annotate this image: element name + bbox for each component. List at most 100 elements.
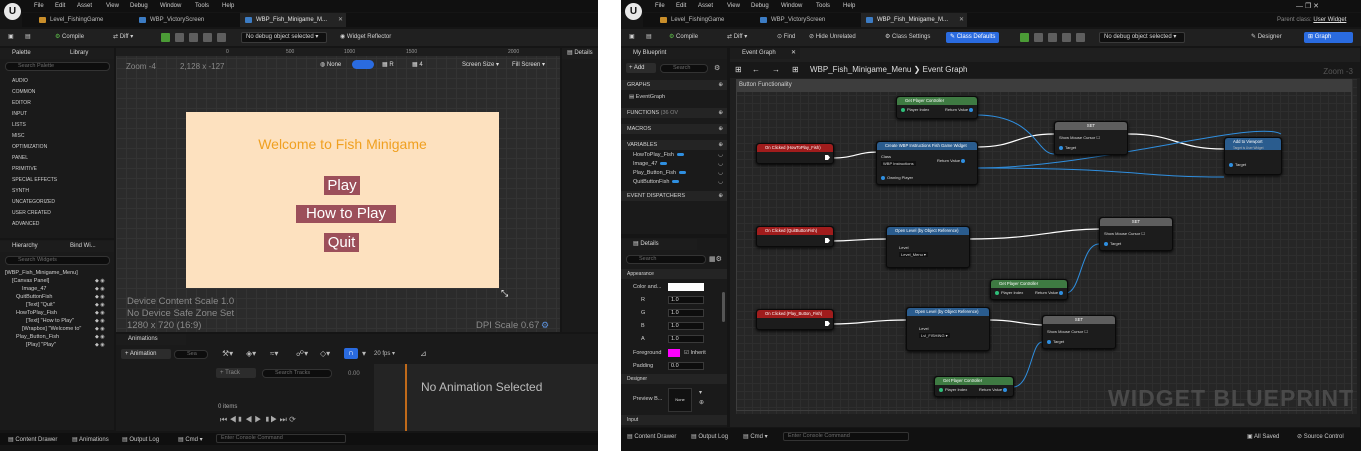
r-field[interactable]: 1.0 [668,296,704,304]
tab-fish-minigame[interactable]: WBP_Fish_Minigame_M... ✕ [861,13,967,27]
output-log-button[interactable]: ▤ Output Log [691,433,728,440]
variable-quit-button[interactable]: QuitButtonFish [633,179,680,185]
foreground-swatch[interactable] [668,349,680,357]
back-arrow-icon[interactable]: ← [752,65,760,74]
visibility-icon[interactable]: ◆ ◉ [95,278,105,284]
functions-section[interactable]: FUNCTIONS (36 OV ⊕ [621,108,727,118]
class-settings-button[interactable]: ⚙ Class Settings [885,32,930,43]
category-panel[interactable]: PANEL [12,155,28,161]
find-button[interactable]: ⊙ Find [777,32,795,43]
add-graph-icon[interactable]: ⊕ [718,80,723,90]
gear-icon[interactable]: ⚙ [541,320,549,331]
macros-section[interactable]: MACROS ⊕ [621,124,727,134]
visibility-icon[interactable]: ◆ ◉ [95,302,105,308]
grid-snap[interactable]: ▦ 4 [412,61,423,68]
tab-level[interactable]: Level_FishingGame [655,13,747,27]
variables-section[interactable]: VARIABLES ⊕ [621,140,727,150]
menu-window[interactable]: Window [781,3,802,9]
get-player-controller-node[interactable]: Get Player Controller Player Index Retur… [934,376,1014,397]
category-lists[interactable]: LISTS [12,122,26,128]
blueprint-search-input[interactable]: Search [660,64,708,73]
stop-button[interactable] [1048,33,1057,42]
play-button[interactable] [161,33,170,42]
graph-canvas[interactable]: Zoom -3 Button Functionality Get Player … [736,67,1357,414]
category-advanced[interactable]: ADVANCED [12,221,39,227]
input-section[interactable]: Input [621,415,727,425]
a-field[interactable]: 1.0 [668,335,704,343]
visibility-icon[interactable]: ◆ ◉ [95,334,105,340]
track-search-input[interactable]: Search Tracks [262,369,332,378]
debug-object-select[interactable]: No debug object selected ▾ [241,32,327,43]
tree-howtoplay-button[interactable]: HowToPlay_Fish [16,310,57,316]
on-clicked-quit-node[interactable]: On Clicked (QuitButtonFish) [756,226,834,247]
add-animation-button[interactable]: + Animation [121,349,171,359]
variable-play-button[interactable]: Play_Button_Fish [633,170,687,176]
menu-help[interactable]: Help [222,3,234,9]
close-icon[interactable]: ✕ [338,13,343,27]
animations-status-button[interactable]: ▤ Animations [72,436,109,443]
widget-reflector-button[interactable]: ◉ Widget Reflector [340,32,391,43]
tree-root[interactable]: [WBP_Fish_Minigame_Menu] [5,270,78,276]
eject-button[interactable] [1062,33,1071,42]
on-clicked-howtoplay-node[interactable]: On Clicked (HowToPlay_Fish) [756,143,834,164]
menu-asset[interactable]: Asset [77,3,92,9]
menu-view[interactable]: View [727,3,740,9]
magnet-icon[interactable]: ∩ [344,348,358,359]
category-special-effects[interactable]: SPECIAL EFFECTS [12,177,57,183]
open-level-play-node[interactable]: Open Level (by Object Reference) Level L… [906,307,990,351]
compile-button[interactable]: ⚙ Compile [55,32,84,43]
widget-search-input[interactable]: Search Widgets [5,256,110,265]
timeline-area[interactable]: No Animation Selected [374,364,598,431]
hierarchy-icon[interactable]: ⊞ [792,65,799,74]
frame-button[interactable] [1076,33,1085,42]
browse-icon[interactable]: ▤ [25,32,31,43]
category-editor[interactable]: EDITOR [12,100,31,106]
output-log-button[interactable]: ▤ Output Log [122,436,159,443]
add-to-viewport-node[interactable]: Add to Viewport Target is User Widget Tar… [1224,137,1282,175]
category-input[interactable]: INPUT [12,111,27,117]
how-to-play-widget[interactable]: How to Play [296,205,396,223]
bind-widgets-tab[interactable]: Bind Wi... [70,241,96,252]
tab-victory-screen[interactable]: WBP_VictoryScreen [755,13,855,27]
add-macro-icon[interactable]: ⊕ [718,124,723,134]
step-button[interactable] [1034,33,1043,42]
visibility-icon[interactable]: ◆ ◉ [95,318,105,324]
visibility-icon[interactable]: ◆ ◉ [95,286,105,292]
content-drawer-button[interactable]: ▤ Content Drawer [8,436,57,443]
graph-menu-icon[interactable]: ⊞ [735,65,742,74]
add-function-icon[interactable]: ⊕ [718,108,723,118]
details-tab[interactable]: ▤ Details [562,48,598,59]
category-optimization[interactable]: OPTIMIZATION [12,144,47,150]
animation-search-input[interactable]: Sea [174,350,208,359]
tree-quit-button[interactable]: QuitButtonFish [16,294,52,300]
compile-button[interactable]: ⚙ Compile [669,32,698,43]
tree-welcome-text[interactable]: [Wrapbox] "Welcome to" [22,326,81,332]
variable-image[interactable]: Image_47 [633,161,668,167]
menu-asset[interactable]: Asset [698,3,713,9]
my-blueprint-tab[interactable]: My Blueprint [621,48,727,59]
event-graph-tab[interactable]: Event Graph ✕ [730,48,800,59]
add-dispatcher-icon[interactable]: ⊕ [718,191,723,201]
event-dispatchers-section[interactable]: EVENT DISPATCHERS ⊕ [621,191,727,201]
menu-tools[interactable]: Tools [195,3,209,9]
exec-pin[interactable] [825,155,830,160]
cmd-select[interactable]: ▤ Cmd ▾ [178,436,203,443]
forward-arrow-icon[interactable]: → [772,65,780,74]
exec-pin[interactable] [825,321,830,326]
hide-unrelated-button[interactable]: ⊘ Hide Unrelated [809,32,856,43]
category-primitive[interactable]: PRIMITIVE [12,166,37,172]
browse-icon[interactable]: ▤ [646,32,652,43]
diamond-icon[interactable]: ◇▾ [320,349,330,358]
play-widget[interactable]: Play [324,176,360,195]
create-widget-node[interactable]: Create WBP Instructions Fish Game Widget… [876,141,978,185]
settings-icon[interactable]: ⚙ [714,64,720,72]
unreal-logo-icon[interactable]: U [625,3,642,20]
source-control-button[interactable]: ⊘ Source Control [1297,433,1344,440]
visibility-icon[interactable]: ◆ ◉ [95,294,105,300]
graphs-section[interactable]: GRAPHS ⊕ [621,80,727,90]
key-icon[interactable]: ◈▾ [246,349,256,358]
add-button[interactable]: + Add [626,63,656,73]
visibility-icon[interactable]: ◆ ◉ [95,310,105,316]
timeline-icon[interactable]: ⊿ [420,349,427,358]
set-show-mouse-cursor-node[interactable]: SET Show Mouse Cursor ☐ Target [1042,315,1116,349]
